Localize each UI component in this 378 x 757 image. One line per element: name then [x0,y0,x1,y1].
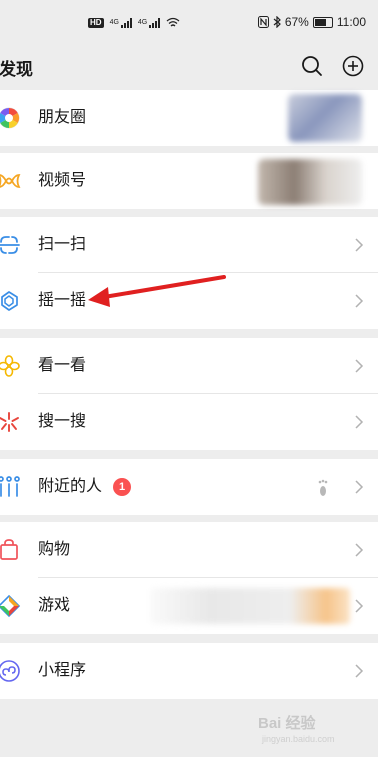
hd-badge: HD [88,17,104,28]
games-icon [0,594,21,618]
menu-item-top-stories[interactable]: 看一看 [0,338,378,394]
group-nearby: 附近的人 1 [0,459,378,515]
menu-label-shopping: 购物 [38,541,71,558]
group-channels: 视频号 [0,153,378,209]
chevron-right-icon [355,599,364,613]
scan-icon [0,236,20,254]
signal-icon [120,17,132,28]
menu-label-people-nearby: 附近的人 [38,478,103,495]
chevron-right-icon [355,359,364,373]
channels-icon [0,174,21,188]
chevron-right-icon [355,238,364,252]
menu-label-search: 搜一搜 [38,413,87,430]
menu-item-games[interactable]: 游戏 [0,578,378,634]
moments-thumbnail [288,94,362,142]
moments-icon [0,107,20,129]
channels-thumbnail [258,159,362,205]
signal-icon-2 [149,17,161,28]
wifi-icon [166,17,180,27]
network-label-2: 4G [137,19,148,26]
shake-icon [1,291,18,311]
games-promo-banner [150,588,350,624]
menu-item-shake[interactable]: 摇一摇 [0,273,378,329]
status-bar: HD 4G 4G 67% 11:00 [0,0,378,44]
footprint-icon [318,479,328,496]
menu-item-scan[interactable]: 扫一扫 [0,217,378,273]
menu-label-top-stories: 看一看 [38,357,87,374]
group-moments: 朋友圈 [0,90,378,146]
nfc-icon [257,16,269,28]
group-mini-programs: 小程序 [0,643,378,699]
search-feature-icon [0,412,19,432]
chevron-right-icon [355,664,364,678]
status-right: 67% 11:00 [257,15,366,29]
menu-label-shake: 摇一摇 [38,292,87,309]
top-stories-icon [0,355,20,377]
shopping-bag-icon [0,539,18,560]
people-nearby-icon [0,476,20,497]
menu-item-people-nearby[interactable]: 附近的人 1 [0,459,378,515]
group-top-stories-search: 看一看 搜一搜 [0,338,378,450]
header: 发现 [0,44,378,90]
add-icon[interactable] [340,53,366,79]
chevron-right-icon [355,294,364,308]
network-label-1: 4G [109,19,119,26]
notification-badge: 1 [113,478,131,496]
search-icon[interactable] [299,53,325,79]
menu-item-search[interactable]: 搜一搜 [0,394,378,450]
group-shopping-games: 购物 游戏 [0,522,378,634]
mini-programs-icon [0,660,20,682]
menu-item-mini-programs[interactable]: 小程序 [0,643,378,699]
clock: 11:00 [336,15,366,29]
menu-label-mini-programs: 小程序 [38,662,87,679]
battery-percent: 67% [284,15,309,29]
watermark-logo: Bai 经验 [258,715,316,732]
page-title: 发现 [0,60,33,79]
menu-label-moments: 朋友圈 [38,109,87,126]
battery-icon [312,16,333,28]
menu-item-channels[interactable]: 视频号 [0,153,378,209]
chevron-right-icon [355,480,364,494]
chevron-right-icon [355,415,364,429]
status-left: HD 4G 4G [88,17,180,28]
menu-label-scan: 扫一扫 [38,236,87,253]
bluetooth-icon [273,16,281,28]
group-scan-shake: 扫一扫 摇一摇 [0,217,378,329]
menu-item-moments[interactable]: 朋友圈 [0,90,378,146]
menu-label-games: 游戏 [38,597,71,614]
menu-label-channels: 视频号 [38,172,87,189]
watermark-url: jingyan.baidu.com [262,734,335,744]
menu-item-shopping[interactable]: 购物 [0,522,378,578]
chevron-right-icon [355,543,364,557]
